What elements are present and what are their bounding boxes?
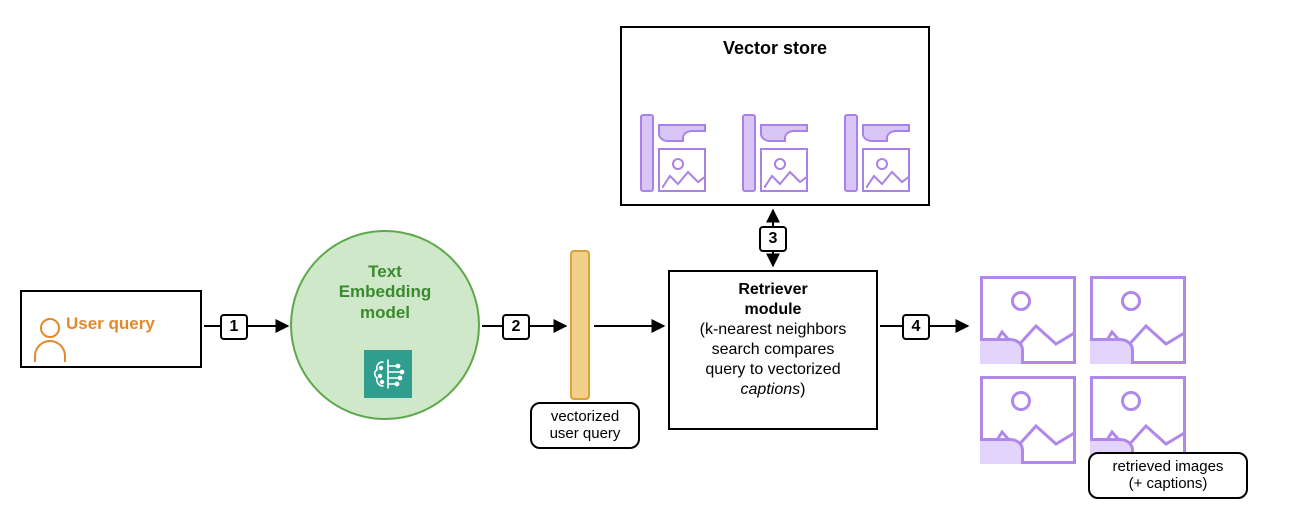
step-badge-4: 4: [902, 314, 930, 340]
result-image: [980, 376, 1076, 464]
retriever-title-line1: Retriever: [738, 281, 807, 298]
results-caption: retrieved images (+ captions): [1088, 452, 1248, 499]
caption-chip-icon: [980, 338, 1024, 364]
embedding-label-line1: Text: [368, 262, 402, 281]
retriever-desc-line4-close: ): [800, 381, 805, 398]
result-image: [1090, 276, 1186, 364]
embedding-bar-icon: [742, 114, 756, 192]
caption-chip-icon: [862, 124, 910, 142]
caption-chip-icon: [980, 438, 1024, 464]
vectorized-caption-line1: vectorized: [551, 408, 619, 425]
vectorized-query-caption: vectorized user query: [530, 402, 640, 449]
image-thumb-icon: [862, 148, 910, 192]
vector-store-node: Vector store: [620, 26, 930, 206]
retriever-desc-line4-italic: captions: [741, 381, 801, 398]
retriever-desc-line2: search compares: [712, 341, 835, 358]
vector-store-title: Vector store: [622, 38, 928, 59]
step-badge-2: 2: [502, 314, 530, 340]
vectorized-query-bar: [570, 250, 590, 400]
caption-chip-icon: [658, 124, 706, 142]
retriever-desc-line3: query to vectorized: [705, 361, 840, 378]
caption-chip-icon: [1090, 338, 1134, 364]
step-badge-1: 1: [220, 314, 248, 340]
results-caption-line2: (+ captions): [1129, 475, 1208, 492]
vector-store-items: [640, 114, 910, 192]
embedding-bar-icon: [640, 114, 654, 192]
vector-store-item: [844, 114, 910, 192]
embedding-model-node: Text Embedding model: [290, 230, 480, 420]
embedding-bar-icon: [844, 114, 858, 192]
retriever-desc: (k-nearest neighbors search compares que…: [680, 320, 866, 400]
embedding-model-label: Text Embedding model: [292, 262, 478, 323]
step-badge-3: 3: [759, 226, 787, 252]
vector-store-item: [742, 114, 808, 192]
image-thumb-icon: [760, 148, 808, 192]
results-caption-line1: retrieved images: [1113, 458, 1224, 475]
result-image: [980, 276, 1076, 364]
ai-brain-icon: [364, 350, 412, 398]
embedding-label-line2: Embedding: [339, 282, 432, 301]
image-thumb-icon: [658, 148, 706, 192]
retriever-title-line2: module: [745, 301, 802, 318]
retriever-module-node: Retriever module (k-nearest neighbors se…: [668, 270, 878, 430]
retriever-desc-line1: (k-nearest neighbors: [700, 321, 847, 338]
result-image: [1090, 376, 1186, 464]
vectorized-caption-line2: user query: [550, 425, 621, 442]
user-query-node: User query: [20, 290, 202, 368]
user-query-label: User query: [66, 314, 155, 334]
embedding-label-line3: model: [360, 303, 410, 322]
user-icon: [32, 318, 68, 362]
caption-chip-icon: [760, 124, 808, 142]
vector-store-item: [640, 114, 706, 192]
